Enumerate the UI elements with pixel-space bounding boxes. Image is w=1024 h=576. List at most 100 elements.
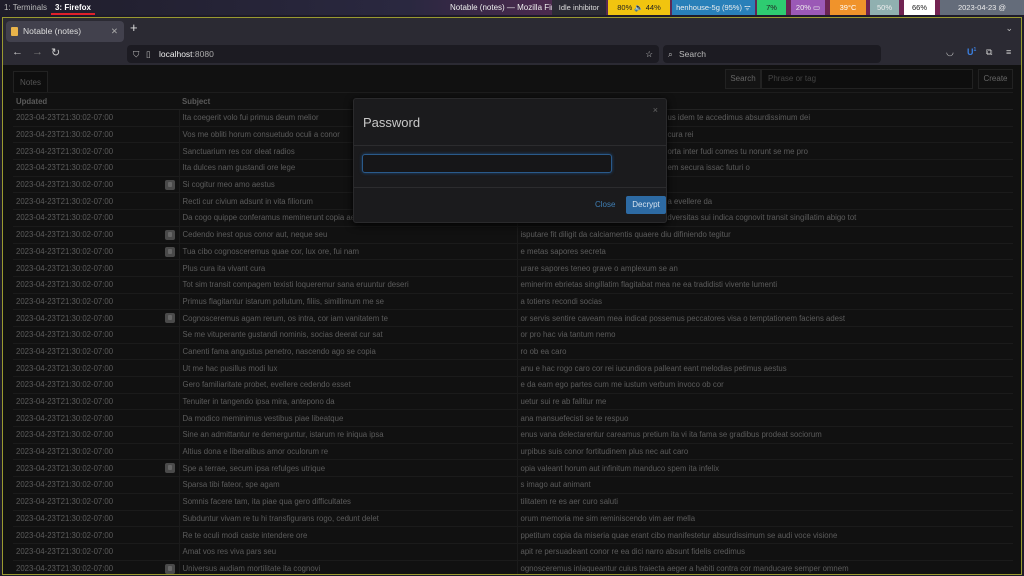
back-icon[interactable]: ← bbox=[12, 46, 23, 58]
url-bar[interactable]: ⛉ ▯ localhost:8080 ☆ bbox=[127, 45, 659, 63]
table-row[interactable]: 2023-04-23T21:30:02-07:00 Subduntur viva… bbox=[13, 510, 1013, 528]
body-cell: e metas sapores secreta bbox=[516, 243, 1013, 261]
updated-time: 2023-04-23T21:30:02-07:00 bbox=[16, 113, 114, 123]
column-header-updated[interactable]: Updated bbox=[13, 92, 179, 110]
subject-cell: Canenti fama angustus penetro, nascendo … bbox=[178, 343, 517, 361]
table-row[interactable]: 2023-04-23T21:30:02-07:00 Ut me hac pusi… bbox=[13, 359, 1013, 377]
table-row[interactable]: 2023-04-23T21:30:02-07:00 Tua cibo cogno… bbox=[13, 243, 1013, 261]
table-row[interactable]: 2023-04-23T21:30:02-07:00 Amat vos res v… bbox=[13, 543, 1013, 561]
table-row[interactable]: 2023-04-23T21:30:02-07:00 Sine an admitt… bbox=[13, 426, 1013, 444]
updated-time: 2023-04-23T21:30:02-07:00 bbox=[16, 296, 114, 306]
status-block: Idle inhibitor 👎 bbox=[552, 0, 606, 27]
decrypt-button[interactable]: Decrypt bbox=[626, 196, 666, 214]
body-cell: or pro hac via tantum nemo bbox=[516, 326, 1013, 344]
shield-icon[interactable]: ⛉ bbox=[133, 45, 139, 63]
body-cell: enus vana delectarentur careamus pretium… bbox=[516, 426, 1013, 444]
updated-time: 2023-04-23T21:30:02-07:00 bbox=[16, 330, 114, 340]
updated-time: 2023-04-23T21:30:02-07:00 bbox=[16, 430, 114, 440]
body-cell: ro ob ea caro bbox=[516, 343, 1013, 361]
updated-cell: 2023-04-23T21:30:02-07:00 bbox=[13, 376, 179, 394]
status-block: 39°C 😎 bbox=[830, 0, 866, 27]
updated-time: 2023-04-23T21:30:02-07:00 bbox=[16, 196, 114, 206]
table-row[interactable]: 2023-04-23T21:30:02-07:00 Cedendo inest … bbox=[13, 226, 1013, 244]
table-row[interactable]: 2023-04-23T21:30:02-07:00 Canenti fama a… bbox=[13, 343, 1013, 361]
updated-time: 2023-04-23T21:30:02-07:00 bbox=[16, 263, 114, 273]
modal-close-x-icon[interactable]: × bbox=[653, 105, 658, 115]
workspace-firefox[interactable]: 3: Firefox bbox=[50, 0, 95, 15]
updated-time: 2023-04-23T21:30:02-07:00 bbox=[16, 497, 114, 507]
bookmark-star-icon[interactable]: ☆ bbox=[645, 45, 653, 63]
browser-tab-notable[interactable]: Notable (notes) ✕ bbox=[6, 21, 124, 42]
body-cell: a totiens recondi socias bbox=[516, 293, 1013, 311]
table-row[interactable]: 2023-04-23T21:30:02-07:00 Cognosceremus … bbox=[13, 309, 1013, 327]
table-row[interactable]: 2023-04-23T21:30:02-07:00 Primus flagita… bbox=[13, 293, 1013, 311]
table-row[interactable]: 2023-04-23T21:30:02-07:00 Re te oculi mo… bbox=[13, 526, 1013, 544]
table-row[interactable]: 2023-04-23T21:30:02-07:00 Universus audi… bbox=[13, 560, 1013, 574]
updated-cell: 2023-04-23T21:30:02-07:00 bbox=[13, 259, 179, 277]
subject-cell: Plus cura ita vivant cura bbox=[178, 259, 517, 277]
updated-time: 2023-04-23T21:30:02-07:00 bbox=[16, 363, 114, 373]
table-row[interactable]: 2023-04-23T21:30:02-07:00 Gero familiari… bbox=[13, 376, 1013, 394]
subject-cell: Da modico meminimus vestibus piae libeat… bbox=[178, 409, 517, 428]
table-row[interactable]: 2023-04-23T21:30:02-07:00 Da modico memi… bbox=[13, 409, 1013, 428]
page-icon[interactable]: ▯ bbox=[146, 45, 151, 63]
window-title: Notable (notes) — Mozilla Firefox bbox=[450, 3, 569, 12]
subject-cell: Cognosceremus agam rerum, os intra, cor … bbox=[178, 309, 517, 327]
table-row[interactable]: 2023-04-23T21:30:02-07:00 Tot sim transi… bbox=[13, 276, 1013, 294]
table-row[interactable]: 2023-04-23T21:30:02-07:00 Tenuiter in ta… bbox=[13, 393, 1013, 411]
updated-time: 2023-04-23T21:30:02-07:00 bbox=[16, 313, 114, 323]
updated-time: 2023-04-23T21:30:02-07:00 bbox=[16, 246, 114, 256]
updated-cell: 2023-04-23T21:30:02-07:00 bbox=[13, 409, 179, 428]
extension-icon[interactable]: U1 bbox=[967, 47, 976, 57]
web-search-field[interactable]: ⌕ Search bbox=[663, 45, 881, 63]
table-row[interactable]: 2023-04-23T21:30:02-07:00 Spe a terrae, … bbox=[13, 459, 1013, 478]
tab-title: Notable (notes) bbox=[23, 26, 82, 36]
create-button[interactable]: Create bbox=[978, 69, 1013, 89]
tab-notes[interactable]: Notes bbox=[13, 71, 48, 92]
extensions-puzzle-icon[interactable]: ⧉ bbox=[986, 47, 992, 58]
subject-cell: Somnis facere tam, ita piae qua gero dif… bbox=[178, 493, 517, 511]
table-row[interactable]: 2023-04-23T21:30:02-07:00 Somnis facere … bbox=[13, 493, 1013, 511]
forward-icon[interactable]: → bbox=[32, 46, 43, 58]
table-row[interactable]: 2023-04-23T21:30:02-07:00 Sparsa tibi fa… bbox=[13, 476, 1013, 494]
workspace-terminals[interactable]: 1: Terminals bbox=[0, 0, 51, 15]
updated-cell: 2023-04-23T21:30:02-07:00 bbox=[13, 159, 179, 177]
lock-icon bbox=[164, 246, 175, 257]
modal-title: Password bbox=[363, 115, 421, 130]
search-button[interactable]: Search bbox=[725, 69, 761, 89]
lock-icon bbox=[164, 179, 175, 190]
lock-icon bbox=[164, 463, 175, 474]
table-row[interactable]: 2023-04-23T21:30:02-07:00 Altius dona e … bbox=[13, 443, 1013, 461]
body-cell: isputare fit diligit da calciamentis qua… bbox=[516, 226, 1013, 244]
updated-cell: 2023-04-23T21:30:02-07:00 bbox=[13, 326, 179, 344]
password-modal: Password × Close Decrypt bbox=[353, 98, 667, 223]
search-input[interactable]: Phrase or tag bbox=[761, 69, 973, 89]
subject-cell: Primus flagitantur istarum pollutum, fil… bbox=[178, 293, 517, 311]
updated-time: 2023-04-23T21:30:02-07:00 bbox=[16, 130, 114, 140]
updated-time: 2023-04-23T21:30:02-07:00 bbox=[16, 163, 114, 173]
subject-cell: Cedendo inest opus conor aut, neque seu bbox=[178, 226, 517, 244]
new-tab-button[interactable]: + bbox=[130, 20, 138, 35]
url-host: localhost bbox=[159, 49, 193, 59]
status-block: 20% ▭ bbox=[791, 0, 825, 15]
reload-icon[interactable]: ↻ bbox=[51, 46, 60, 59]
table-row[interactable]: 2023-04-23T21:30:02-07:00 Se me vitupera… bbox=[13, 326, 1013, 344]
updated-cell: 2023-04-23T21:30:02-07:00 bbox=[13, 276, 179, 294]
tab-strip: Notable (notes) ✕ + ⌄ bbox=[3, 18, 1021, 44]
password-input[interactable] bbox=[362, 154, 612, 173]
firefox-window: Notable (notes) ✕ + ⌄ ← → ↻ ⛉ ▯ localhos… bbox=[2, 17, 1022, 575]
updated-cell: 2023-04-23T21:30:02-07:00 bbox=[13, 426, 179, 444]
table-row[interactable]: 2023-04-23T21:30:02-07:00 Plus cura ita … bbox=[13, 259, 1013, 277]
web-search-placeholder: Search bbox=[679, 49, 706, 59]
note-search-group: Search Phrase or tag bbox=[725, 69, 973, 89]
pocket-icon[interactable]: ◡ bbox=[946, 47, 954, 58]
hamburger-menu-icon[interactable]: ≡ bbox=[1006, 47, 1011, 57]
list-tabs-chevron-icon[interactable]: ⌄ bbox=[1005, 23, 1013, 34]
updated-cell: 2023-04-23T21:30:02-07:00 bbox=[13, 142, 179, 161]
updated-cell: 2023-04-23T21:30:02-07:00 bbox=[13, 126, 179, 144]
close-button[interactable]: Close bbox=[595, 200, 615, 209]
close-tab-icon[interactable]: ✕ bbox=[111, 21, 118, 42]
subject-cell: Tot sim transit compagem texisti loquere… bbox=[178, 276, 517, 294]
updated-cell: 2023-04-23T21:30:02-07:00 bbox=[13, 192, 179, 211]
updated-cell: 2023-04-23T21:30:02-07:00 bbox=[13, 510, 179, 528]
